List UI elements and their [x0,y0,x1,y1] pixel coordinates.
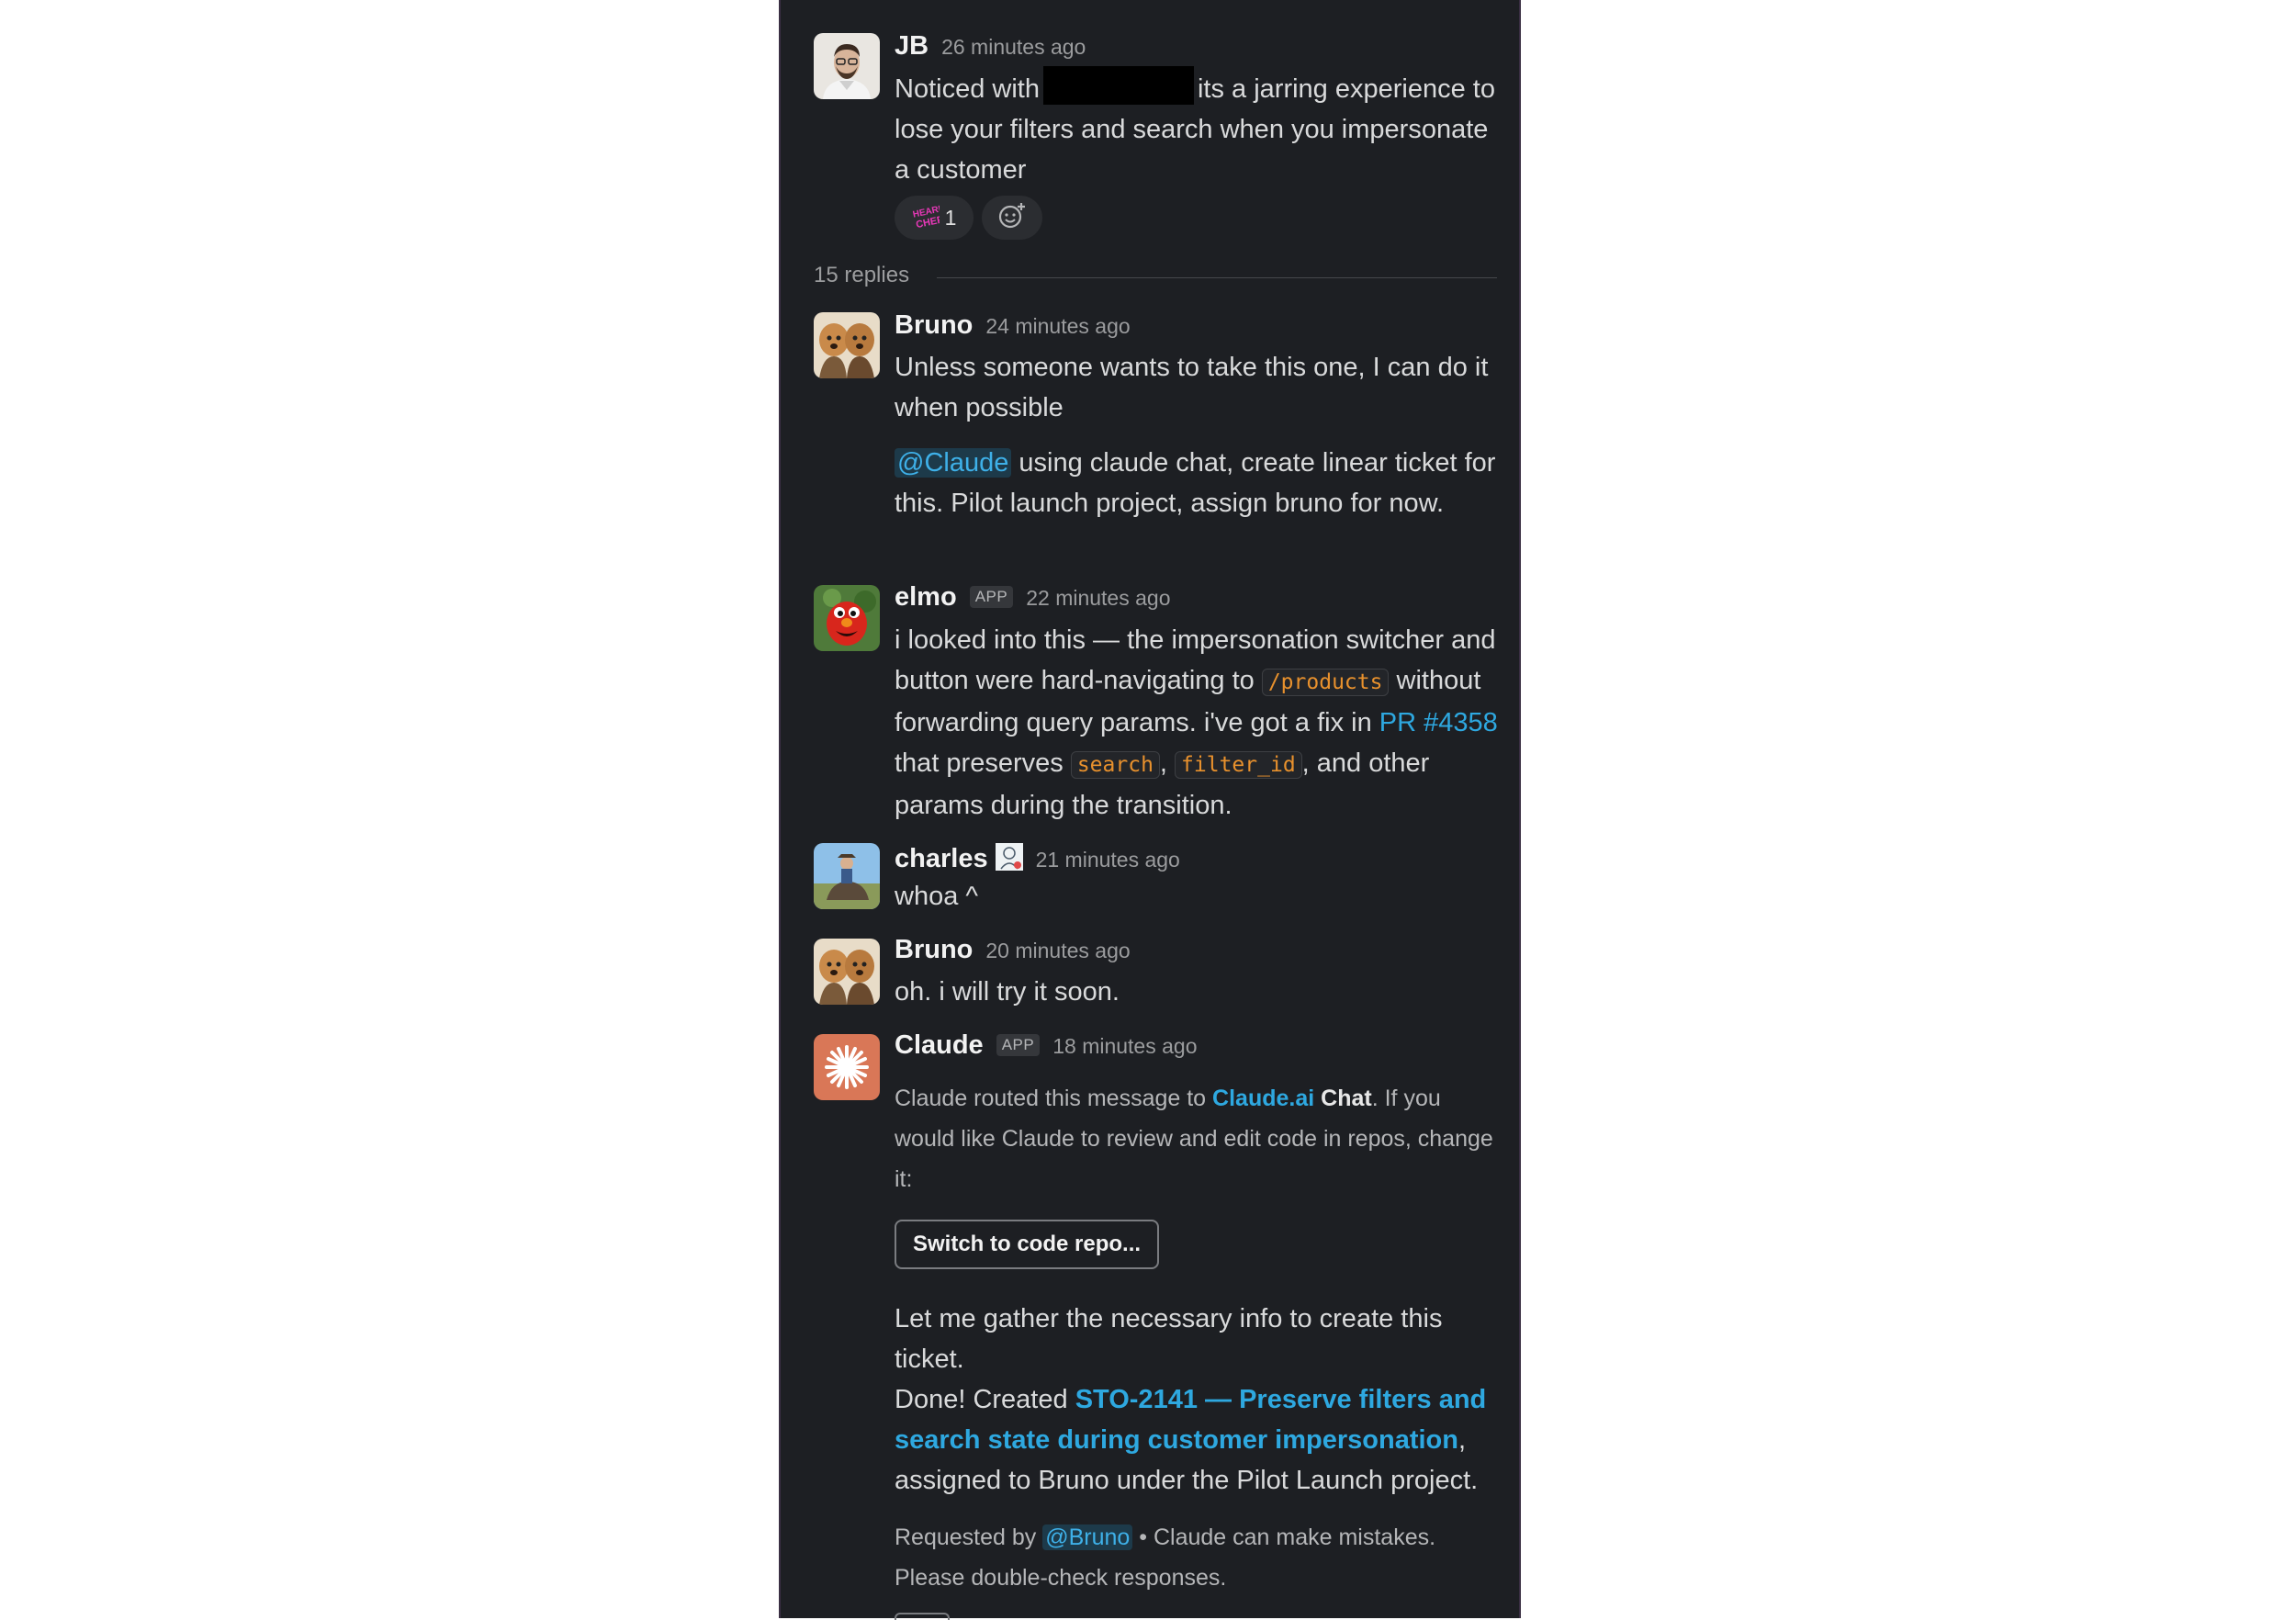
message-header: Claude APP 18 minutes ago [895,1030,1198,1061]
timestamp[interactable]: 26 minutes ago [941,35,1086,60]
avatar-claude[interactable] [814,1034,880,1100]
avatar-bruno[interactable] [814,312,880,378]
message-text: whoa ^ [895,882,978,911]
app-badge: APP [969,586,1014,608]
timestamp[interactable]: 24 minutes ago [985,314,1130,339]
pr-link[interactable]: PR #4358 [1379,708,1498,737]
message-text: Let me gather the necessary info to crea… [895,1304,1443,1374]
app-badge: APP [996,1034,1041,1056]
chat-label: Chat [1321,1086,1372,1111]
add-reaction-button[interactable] [982,196,1042,240]
avatar-jb[interactable] [814,33,880,99]
replies-count: 15 replies [814,263,910,287]
redacted-block [1042,66,1194,105]
message-header: JB 26 minutes ago [895,31,1086,62]
message-header: charles 21 minutes ago [895,839,1180,874]
mention-bruno[interactable]: @Bruno [1042,1524,1133,1550]
heard-chef-emoji-icon: HEARD CHEF [912,204,946,231]
timestamp[interactable]: 21 minutes ago [1036,848,1180,872]
add-emoji-icon [996,200,1028,236]
timestamp[interactable]: 18 minutes ago [1052,1034,1197,1059]
mention-claude[interactable]: @Claude [895,448,1012,478]
status-emoji-icon[interactable] [995,843,1023,871]
message-text: Done! Created STO-2141 — Preserve filter… [895,1379,1501,1501]
routing-text-part: Claude routed this message to [895,1086,1207,1111]
replies-divider [937,277,1497,278]
message-text: i looked into this — the impersonation s… [895,620,1501,826]
author-name[interactable]: Bruno [895,935,973,965]
code-snippet: /products [1261,669,1390,696]
thread-panel: JB 26 minutes ago Noticed with its a jarr… [779,0,1521,1620]
message-text: oh. i will try it soon. [895,977,1120,1007]
requested-by-footer: Requested by @Bruno • Claude can make mi… [895,1517,1501,1598]
message-text-part: that preserves [895,748,1064,778]
avatar-elmo[interactable] [814,585,880,651]
claude-ai-link[interactable]: Claude.ai [1212,1086,1314,1111]
reaction-count: 1 [944,205,957,230]
message-header: elmo APP 22 minutes ago [895,582,1171,613]
author-name[interactable]: elmo [895,582,957,613]
author-name[interactable]: charles [895,844,988,874]
claude-starburst-icon [814,1045,880,1100]
message-text: Unless someone wants to take this one, I… [895,353,1489,422]
timestamp[interactable]: 20 minutes ago [985,939,1130,963]
switch-to-code-repo-button[interactable]: Switch to code repo... [895,1220,1160,1269]
message-text-part: , [1159,748,1167,778]
message-text: @Claude using claude chat, create linear… [895,443,1501,523]
reaction-pill[interactable]: HEARD CHEF 1 [895,196,974,240]
footer-text-part: Requested by [895,1524,1037,1550]
code-snippet: filter_id [1175,751,1302,779]
avatar-charles[interactable] [814,843,880,909]
message-header: Bruno 20 minutes ago [895,935,1131,965]
author-name[interactable]: JB [895,31,929,62]
author-name[interactable]: Bruno [895,310,973,341]
author-name[interactable]: Claude [895,1030,984,1061]
message-text-part: Done! Created [895,1385,1068,1414]
avatar-bruno[interactable] [814,939,880,1005]
timestamp[interactable]: 22 minutes ago [1026,586,1170,611]
message-text-part: Noticed with [895,74,1040,104]
message-text: Noticed with its a jarring experience to … [895,66,1501,190]
message-header: Bruno 24 minutes ago [895,310,1131,341]
code-snippet: search [1070,751,1160,779]
routing-notice: Claude routed this message to Claude.ai … [895,1078,1501,1199]
partial-element-bottom [895,1613,950,1620]
